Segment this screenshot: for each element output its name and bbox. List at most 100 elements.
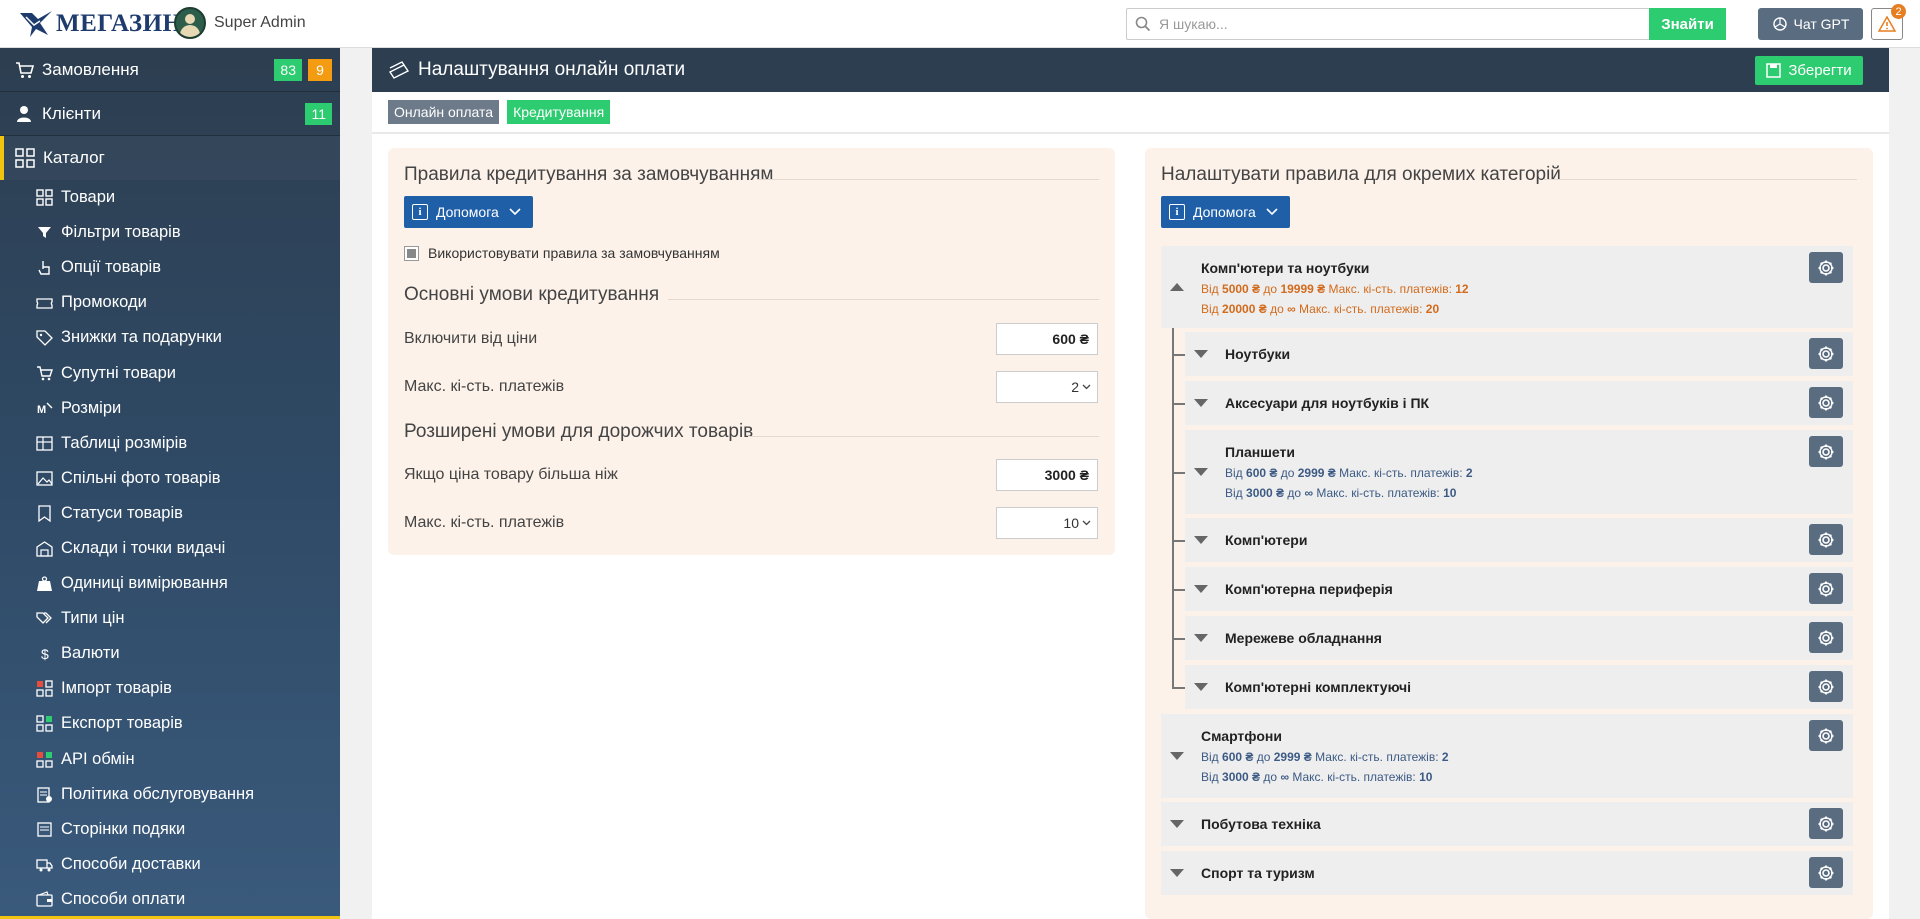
subcategory-row[interactable]: Планшети Від 600 ₴ до 2999 ₴ Макс. кі-сть… (1185, 430, 1853, 514)
sidebar-item[interactable]: Політика обслуговування (0, 777, 340, 812)
tree-branch-line (1172, 540, 1185, 542)
gear-icon[interactable] (1809, 338, 1843, 369)
max-payments-extended-select[interactable]: 10 (996, 507, 1098, 539)
expand-triangle-icon[interactable] (1194, 634, 1208, 642)
logo-text: МЕГАЗИН (56, 10, 183, 37)
expand-triangle-icon[interactable] (1194, 585, 1208, 593)
sidebar-item-catalog[interactable]: Каталог (0, 136, 340, 180)
save-button[interactable]: Зберегти (1755, 56, 1863, 85)
subcategory-row[interactable]: Мережеве обладнання (1185, 616, 1853, 660)
badge-icon (34, 503, 54, 523)
sidebar-item[interactable]: Типи цін (0, 601, 340, 636)
subcategory-row[interactable]: Комп'ютерна периферія (1185, 567, 1853, 611)
sidebar-item[interactable]: Промокоди (0, 285, 340, 320)
if-price-greater-input[interactable]: 3000 ₴ (996, 459, 1098, 491)
sidebar-item[interactable]: Експорт товарів (0, 706, 340, 741)
sidebar-item[interactable]: Сторінки подяки (0, 812, 340, 847)
gear-icon[interactable] (1809, 671, 1843, 702)
category-row[interactable]: Комп'ютери та ноутбуки Від 5000 ₴ до 1999… (1161, 246, 1853, 328)
user-profile[interactable]: Super Admin (174, 7, 306, 39)
openai-icon (1772, 17, 1787, 31)
sidebar-item[interactable]: Способи оплати (0, 882, 340, 917)
sidebar-item[interactable]: Фільтри товарів (0, 215, 340, 250)
save-label: Зберегти (1788, 62, 1852, 79)
tab-online-payment[interactable]: Онлайн оплата (388, 100, 500, 124)
sidebar-item[interactable]: $ Валюти (0, 636, 340, 671)
hand-pointer-icon (34, 258, 54, 278)
expand-triangle-icon[interactable] (1194, 536, 1208, 544)
basic-conditions-title: Основні умови кредитування (404, 284, 660, 305)
sidebar-item[interactable]: Товари (0, 180, 340, 215)
category-row[interactable]: Побутова техніка (1161, 802, 1853, 846)
sidebar-item-label: Таблиці розмірів (61, 433, 188, 452)
sidebar-item[interactable]: Таблиці розмірів (0, 426, 340, 461)
sidebar-item[interactable]: Склади і точки видачі (0, 531, 340, 566)
subcategory-row[interactable]: Комп'ютерні комплектуючі (1185, 665, 1853, 709)
sidebar-item-label: Склади і точки видачі (61, 538, 226, 557)
sidebar-item-label: Способи доставки (61, 854, 201, 873)
gear-icon[interactable] (1809, 436, 1843, 467)
expand-triangle-icon[interactable] (1170, 869, 1184, 877)
collapse-triangle-icon[interactable] (1170, 283, 1184, 291)
sidebar-item[interactable]: Спільні фото товарів (0, 461, 340, 496)
gear-icon[interactable] (1809, 622, 1843, 653)
gear-icon[interactable] (1809, 252, 1843, 283)
sidebar-item-label: Експорт товарів (61, 714, 183, 733)
rule-max-word: Макс. кі-сть. платежів: (1328, 282, 1452, 296)
sidebar-item[interactable]: Статуси товарів (0, 496, 340, 531)
rule-max-value: 10 (1419, 770, 1433, 784)
if-price-greater-label: Якщо ціна товару більша ніж (404, 466, 618, 483)
expand-triangle-icon[interactable] (1194, 683, 1208, 691)
sidebar-item-orders[interactable]: Замовлення 83 9 (0, 48, 340, 92)
sidebar-item[interactable]: M Розміри (0, 391, 340, 426)
max-payments-select[interactable]: 2 (996, 371, 1098, 403)
chat-gpt-button[interactable]: Чат GPT (1758, 8, 1863, 40)
logo[interactable]: МЕГАЗИН (18, 6, 182, 42)
tree-branch-line (1172, 589, 1185, 591)
search-input[interactable] (1159, 9, 1639, 39)
gear-icon[interactable] (1809, 808, 1843, 839)
category-row[interactable]: Смартфони Від 600 ₴ до 2999 ₴ Макс. кі-ст… (1161, 714, 1853, 798)
sidebar-item[interactable]: Імпорт товарів (0, 671, 340, 706)
sidebar-item[interactable]: Знижки та подарунки (0, 320, 340, 355)
sidebar-item-label: Валюти (61, 644, 120, 663)
subcategory-row[interactable]: Аксесуари для ноутбуків і ПК (1185, 381, 1853, 425)
expand-triangle-icon[interactable] (1194, 350, 1208, 358)
sidebar-item-clients[interactable]: Клієнти 11 (0, 92, 340, 136)
dollar-icon: $ (34, 644, 54, 664)
gear-icon[interactable] (1809, 524, 1843, 555)
expand-triangle-icon[interactable] (1170, 752, 1184, 760)
gear-icon[interactable] (1809, 387, 1843, 418)
sidebar-item-label: Супутні товари (61, 363, 176, 382)
sidebar-item[interactable]: Способи доставки (0, 847, 340, 882)
rule-from-word: Від (1201, 282, 1219, 296)
subcategory-row[interactable]: Комп'ютери (1185, 518, 1853, 562)
subcategory-row[interactable]: Ноутбуки (1185, 332, 1853, 376)
category-name: Комп'ютери (1225, 532, 1308, 548)
rule-from-word: Від (1201, 770, 1219, 784)
use-default-rules-checkbox[interactable]: Використовувати правила за замовчуванням (404, 245, 720, 261)
sidebar-item[interactable]: Супутні товари (0, 355, 340, 390)
checkbox-box[interactable] (404, 245, 419, 261)
tab-credit[interactable]: Кредитування (507, 100, 611, 124)
category-rule: Від 3000 ₴ до ∞ Макс. кі-сть. платежів: … (1225, 486, 1456, 500)
chevron-down-icon (1082, 384, 1091, 390)
category-row[interactable]: Спорт та туризм (1161, 851, 1853, 895)
category-name: Комп'ютерна периферія (1225, 581, 1393, 597)
help-dropdown-button[interactable]: i Допомога (404, 196, 533, 228)
help-dropdown-button[interactable]: i Допомога (1161, 196, 1290, 228)
sidebar-item[interactable]: Одиниці вимірювання (0, 566, 340, 601)
sidebar-item[interactable]: Опції товарів (0, 250, 340, 285)
gear-icon[interactable] (1809, 857, 1843, 888)
gear-icon[interactable] (1809, 720, 1843, 751)
rule-max-word: Макс. кі-сть. платежів: (1339, 466, 1463, 480)
enable-from-price-input[interactable]: 600 ₴ (996, 323, 1098, 355)
alerts-button[interactable]: 2 (1871, 4, 1906, 40)
expand-triangle-icon[interactable] (1170, 820, 1184, 828)
sidebar-item[interactable]: API обмін (0, 742, 340, 777)
expand-triangle-icon[interactable] (1194, 468, 1208, 476)
search-button[interactable]: Знайти (1649, 8, 1726, 40)
gear-icon[interactable] (1809, 573, 1843, 604)
expand-triangle-icon[interactable] (1194, 399, 1208, 407)
sidebar-item-label: Клієнти (42, 103, 101, 123)
